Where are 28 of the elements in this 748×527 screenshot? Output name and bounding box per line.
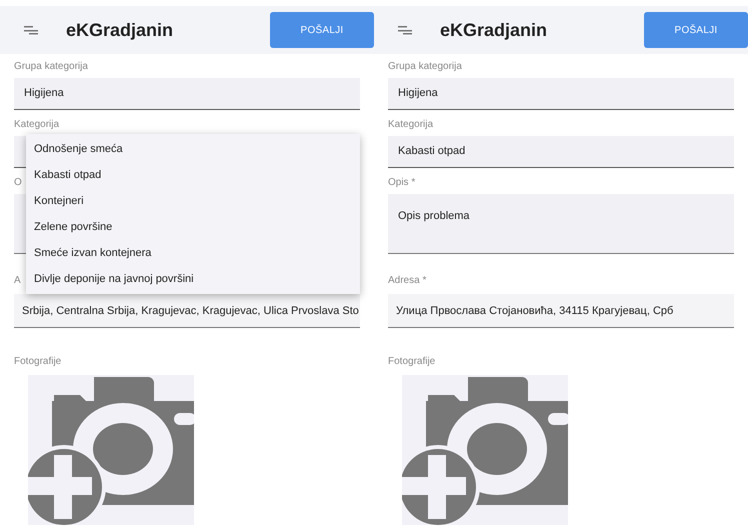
photos-label: Fotografije <box>387 355 436 369</box>
description-field[interactable]: Opis problema <box>388 194 734 254</box>
field-label: A <box>13 274 21 288</box>
address-field[interactable]: Srbija, Centralna Srbija, Kragujevac, Kragujevac, Ulica Prvoslava Sto <box>14 294 360 328</box>
add-photo-icon[interactable] <box>28 375 194 525</box>
app-title: eKGradjanin <box>440 18 548 42</box>
field-label: Grupa kategorija <box>387 60 462 74</box>
select-field[interactable]: Higijena <box>14 78 360 110</box>
photos-label: Fotografije <box>13 355 62 369</box>
menu-icon[interactable] <box>398 25 412 35</box>
field-label: O <box>13 176 22 190</box>
address-field[interactable]: Улица Првослава Стојановића, 34115 Крагујевац, Срб <box>388 294 734 328</box>
dropdown-option[interactable]: Kontejneri <box>26 188 360 214</box>
select-field[interactable]: Kabasti otpad <box>388 136 734 168</box>
dropdown-option[interactable]: Divlje deponije na javnoj površini <box>26 266 360 292</box>
menu-icon[interactable] <box>24 25 38 35</box>
field-label: Kategorija <box>13 118 60 132</box>
field-label: Adresa * <box>387 274 426 288</box>
add-photo-icon[interactable] <box>402 375 568 525</box>
app-title: eKGradjanin <box>66 18 174 42</box>
field-label: Opis * <box>387 176 416 190</box>
field-label: Grupa kategorija <box>13 60 88 74</box>
select-field[interactable]: Higijena <box>388 78 734 110</box>
field-label: Kategorija <box>387 118 434 132</box>
dropdown-option[interactable]: Kabasti otpad <box>26 162 360 188</box>
dropdown-option[interactable]: Zelene površine <box>26 214 360 240</box>
dropdown-option[interactable]: Odnošenje smeća <box>26 136 360 162</box>
dropdown-option[interactable]: Smeće izvan kontejnera <box>26 240 360 266</box>
